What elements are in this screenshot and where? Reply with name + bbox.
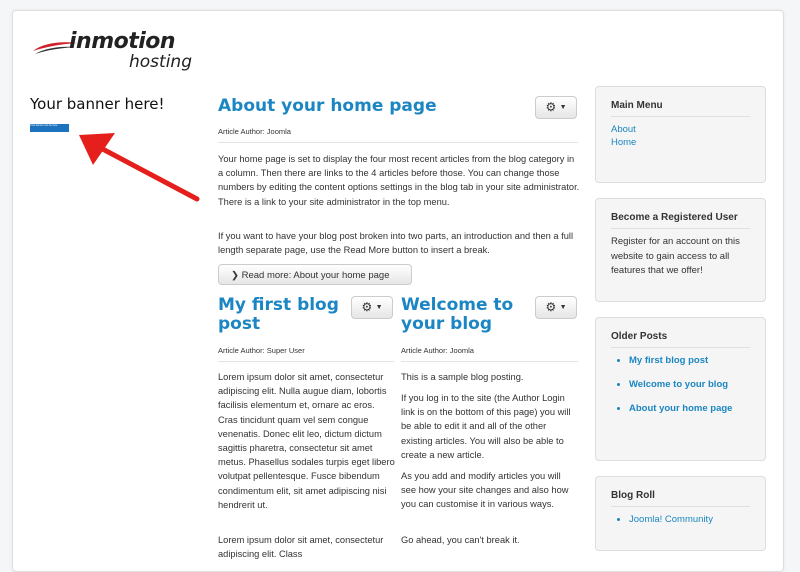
divider <box>218 361 394 362</box>
older-post-link-first[interactable]: My first blog post <box>629 355 708 366</box>
article-title-welcome-line1: Welcome to <box>401 295 514 315</box>
read-more-button[interactable]: ❯ Read more: About your home page <box>218 264 412 285</box>
divider <box>611 228 750 229</box>
red-arrow-icon <box>79 133 200 202</box>
caret-down-icon: ▼ <box>559 303 567 311</box>
main-menu-module: Main Menu About Home <box>595 86 766 183</box>
article-text-first-2: Lorem ipsum dolor sit amet, consectetur … <box>218 535 384 560</box>
banner-image[interactable]: Your banner can be here <box>30 124 69 132</box>
article-title-welcome-line2: your blog <box>401 314 493 334</box>
logo-sub-text: hosting <box>129 52 192 72</box>
blog-roll-module: Blog Roll Joomla! Community <box>595 476 766 551</box>
divider <box>611 506 750 507</box>
divider <box>218 142 578 143</box>
register-title: Become a Registered User <box>611 212 738 223</box>
list-item: My first blog post <box>629 354 750 367</box>
article-title-welcome[interactable]: Welcome to your blog <box>401 296 513 334</box>
menu-link-home[interactable]: Home <box>611 136 750 149</box>
list-item: Welcome to your blog <box>629 378 750 391</box>
page-container: inmotion hosting Your banner here! Your … <box>12 10 784 572</box>
chevron-right-icon: ❯ <box>231 270 239 281</box>
register-module: Become a Registered User Register for an… <box>595 198 766 302</box>
gear-icon: ⚙ <box>545 100 557 114</box>
divider <box>401 361 578 362</box>
blog-roll-title: Blog Roll <box>611 490 655 501</box>
blog-roll-link-joomla[interactable]: Joomla! Community <box>629 514 713 525</box>
article-author-home: Article Author: Joomla <box>218 127 291 136</box>
article-title-first-line2: post <box>218 314 261 334</box>
logo-main-text: inmotion <box>69 29 176 54</box>
caret-down-icon: ▼ <box>375 303 383 311</box>
gear-icon: ⚙ <box>545 300 557 314</box>
article-tools-button-home[interactable]: ⚙ ▼ <box>535 96 577 119</box>
article-tools-button-first[interactable]: ⚙ ▼ <box>351 296 393 319</box>
article-title-home[interactable]: About your home page <box>218 97 437 116</box>
article-tools-button-welcome[interactable]: ⚙ ▼ <box>535 296 577 319</box>
older-posts-list: My first blog post Welcome to your blog … <box>611 354 750 415</box>
list-item: About your home page <box>629 402 750 415</box>
article-text-home-1: Your home page is set to display the fou… <box>218 154 580 207</box>
divider <box>611 347 750 348</box>
article-author-welcome: Article Author: Joomla <box>401 346 474 355</box>
older-post-link-home[interactable]: About your home page <box>629 403 732 414</box>
article-text-first-1: Lorem ipsum dolor sit amet, consectetur … <box>218 372 395 510</box>
article-author-first: Article Author: Super User <box>218 346 305 355</box>
older-posts-module: Older Posts My first blog post Welcome t… <box>595 317 766 461</box>
article-text-home-2: If you want to have your blog post broke… <box>218 231 574 256</box>
list-item: Joomla! Community <box>629 513 750 526</box>
older-posts-title: Older Posts <box>611 331 668 342</box>
banner-title: Your banner here! <box>30 95 165 113</box>
article-title-first[interactable]: My first blog post <box>218 296 339 334</box>
main-menu-title: Main Menu <box>611 100 663 111</box>
article-text-welcome-3: As you add and modify articles you will … <box>401 471 569 510</box>
divider <box>611 116 750 117</box>
caret-down-icon: ▼ <box>559 103 567 111</box>
article-title-first-line1: My first blog <box>218 295 339 315</box>
article-text-welcome-2: If you log in to the site (the Author Lo… <box>401 393 571 460</box>
register-text: Register for an account on this website … <box>611 236 740 276</box>
article-text-welcome-1: This is a sample blog posting. <box>401 372 524 382</box>
older-post-link-welcome[interactable]: Welcome to your blog <box>629 379 728 390</box>
menu-link-about[interactable]: About <box>611 123 750 136</box>
blog-roll-list: Joomla! Community <box>611 513 750 526</box>
site-logo[interactable]: inmotion hosting <box>31 25 201 85</box>
article-text-welcome-4: Go ahead, you can't break it. <box>401 535 520 545</box>
gear-icon: ⚙ <box>361 300 373 314</box>
read-more-label: Read more: About your home page <box>241 270 390 281</box>
